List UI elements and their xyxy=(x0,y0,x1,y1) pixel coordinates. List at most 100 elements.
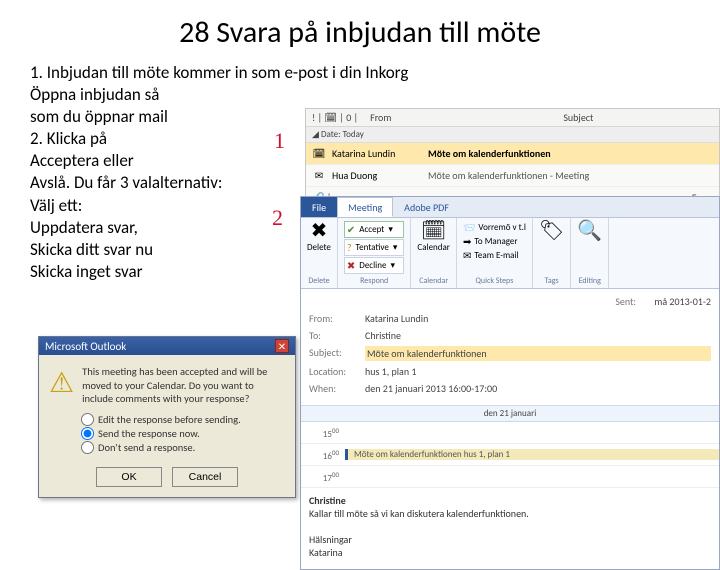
radio-label: Edit the response before sending. xyxy=(98,413,241,426)
field-from: From: Katarina Lundin xyxy=(309,310,711,327)
mail-icon: ✉ xyxy=(463,249,471,262)
ok-button[interactable]: OK xyxy=(96,467,162,487)
ribbon: ✖ Delete Delete ✔ Accept ▾ ?Tentative ▾ ✖… xyxy=(301,217,719,289)
field-location: Location:hus 1, plan 1 xyxy=(309,363,711,380)
cal-min: 00 xyxy=(332,426,339,435)
ribbon-group-delete: ✖ Delete Delete xyxy=(301,218,338,288)
inbox-row[interactable]: 🗓 Katarina Lundin Möte om kalenderfunkti… xyxy=(306,143,719,165)
inbox-col-subject[interactable]: Subject xyxy=(557,111,599,124)
group-label: Tags xyxy=(545,276,559,286)
field-key: When: xyxy=(309,382,357,395)
ribbon-group-editing: 🔍 Editing xyxy=(571,218,609,288)
tags-button[interactable]: 🏷 xyxy=(539,221,564,241)
cal-hour: 16 xyxy=(323,451,332,462)
slide-title: 28 Svara på inbjudan till möte xyxy=(0,0,720,57)
field-value: Christine xyxy=(365,329,711,342)
dialog-title-text: Microsoft Outlook xyxy=(45,340,126,353)
delete-button[interactable]: ✖ Delete xyxy=(307,221,331,253)
quickstep-item[interactable]: 📨Vorremö v t.l xyxy=(463,221,526,234)
delete-icon: ✖ xyxy=(311,221,328,241)
radio-input[interactable] xyxy=(81,441,94,454)
tab-adobe-pdf[interactable]: Adobe PDF xyxy=(393,197,460,217)
ribbon-group-quicksteps: 📨Vorremö v t.l ➡To Manager ✉Team E-mail … xyxy=(457,218,533,288)
tab-file[interactable]: File xyxy=(301,197,337,217)
ribbon-tabs: File Meeting Adobe PDF xyxy=(301,197,719,217)
annotation-2: 2 xyxy=(272,205,283,231)
inbox-row-subject: Möte om kalenderfunktionen - Meeting xyxy=(428,169,589,182)
radio-send-now[interactable]: Send the response now. xyxy=(81,427,283,440)
radio-input[interactable] xyxy=(81,427,94,440)
quickstep-item[interactable]: ➡To Manager xyxy=(463,235,526,248)
dialog-titlebar: Microsoft Outlook ✕ xyxy=(39,337,295,355)
x-icon: ✖ xyxy=(347,259,355,272)
move-icon: 📨 xyxy=(463,221,475,234)
cal-min: 00 xyxy=(332,448,339,457)
editing-button[interactable]: 🔍 xyxy=(577,221,602,241)
tab-meeting[interactable]: Meeting xyxy=(337,197,393,217)
tag-icon: 🏷 xyxy=(539,221,564,241)
inbox-col-icons: ! | 🗓 | 0 | xyxy=(306,111,364,124)
meeting-fields: Sent: må 2013-01-2 From:Katarina Lundin … xyxy=(301,289,719,405)
radio-edit-response[interactable]: Edit the response before sending. xyxy=(81,413,283,426)
field-value: Katarina Lundin xyxy=(365,312,711,325)
outlook-dialog: Microsoft Outlook ✕ ⚠ This meeting has b… xyxy=(38,336,296,498)
accept-label: Accept xyxy=(359,224,384,235)
inbox-panel: ! | 🗓 | 0 | From Subject ◢ Date: Today 🗓… xyxy=(305,108,720,200)
inbox-row[interactable]: ✉ Hua Duong Möte om kalenderfunktionen -… xyxy=(306,165,719,187)
msg-greeting: Christine xyxy=(309,494,711,507)
decline-button[interactable]: ✖ Decline ▾ xyxy=(344,257,404,274)
warning-icon: ⚠ xyxy=(49,365,74,406)
field-value: Möte om kalenderfunktionen xyxy=(365,346,711,361)
group-label: Editing xyxy=(579,276,601,286)
group-label: Respond xyxy=(360,276,388,286)
question-icon: ? xyxy=(347,241,352,254)
field-key: From: xyxy=(309,312,357,325)
calendar-row: 1600 Möte om kalenderfunktionen hus 1, pl… xyxy=(301,444,719,466)
chevron-down-icon: ▾ xyxy=(390,260,395,271)
field-key: To: xyxy=(309,329,357,342)
ribbon-group-calendar: 🗓 Calendar Calendar xyxy=(411,218,457,288)
group-label: Quick Steps xyxy=(476,276,514,286)
radio-dont-send[interactable]: Don't send a response. xyxy=(81,441,283,454)
dialog-text: This meeting has been accepted and will … xyxy=(82,365,285,406)
accept-button[interactable]: ✔Accept ▾ xyxy=(344,221,404,238)
calendar-row: 1500 xyxy=(301,422,719,444)
field-sent: Sent: må 2013-01-2 xyxy=(309,293,711,310)
ribbon-group-tags: 🏷 Tags xyxy=(533,218,571,288)
message-body: Christine Kallar till möte så vi kan dis… xyxy=(301,488,719,569)
quickstep-item[interactable]: ✉Team E-mail xyxy=(463,249,526,262)
body-line: Öppna inbjudan så xyxy=(30,84,510,106)
dialog-options: Edit the response before sending. Send t… xyxy=(39,413,295,463)
group-label: Calendar xyxy=(419,276,448,286)
tentative-button[interactable]: ?Tentative ▾ xyxy=(344,239,404,256)
check-icon: ✔ xyxy=(347,223,355,236)
inbox-date-label: Date: Today xyxy=(321,129,364,140)
msg-sign: Katarina xyxy=(309,546,711,559)
zoom-icon: 🔍 xyxy=(577,221,602,241)
field-value: den 21 januari 2013 16:00-17:00 xyxy=(365,382,711,395)
chevron-down-icon: ▾ xyxy=(393,242,398,253)
inbox-row-subject: Möte om kalenderfunktionen xyxy=(428,147,551,160)
field-value: hus 1, plan 1 xyxy=(365,365,711,378)
cal-event: Möte om kalenderfunktionen hus 1, plan 1 xyxy=(345,449,719,460)
inbox-row-from: Katarina Lundin xyxy=(332,147,422,160)
forward-icon: ➡ xyxy=(463,235,471,248)
calendar-button[interactable]: 🗓 Calendar xyxy=(417,221,450,253)
field-to: To: Christine xyxy=(309,327,711,344)
radio-label: Don't send a response. xyxy=(98,441,195,454)
meeting-window: File Meeting Adobe PDF ✖ Delete Delete ✔… xyxy=(300,196,720,570)
close-icon[interactable]: ✕ xyxy=(275,339,289,353)
calendar-row: 1700 xyxy=(301,466,719,488)
mail-icon: ✉ xyxy=(312,169,326,183)
radio-input[interactable] xyxy=(81,413,94,426)
field-key: Subject: xyxy=(309,346,357,361)
quickstep-label: Team E-mail xyxy=(474,250,518,261)
group-label: Delete xyxy=(308,276,329,286)
quickstep-label: Vorremö v t.l xyxy=(478,222,526,233)
cal-hour: 15 xyxy=(323,429,332,440)
inbox-col-from[interactable]: From xyxy=(364,111,397,124)
quickstep-label: To Manager xyxy=(474,236,517,247)
decline-label: Decline xyxy=(359,260,386,271)
cancel-button[interactable]: Cancel xyxy=(172,467,238,487)
calendar-icon: 🗓 xyxy=(312,147,326,161)
